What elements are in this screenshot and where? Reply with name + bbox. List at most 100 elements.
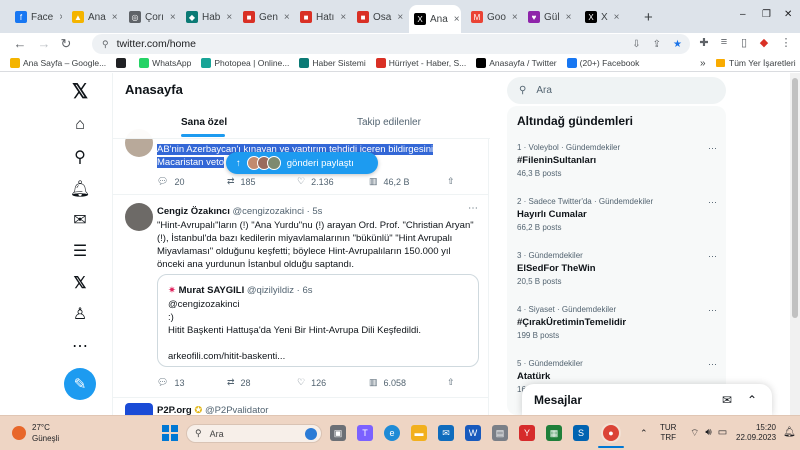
notification-bell-icon[interactable]: 🔔︎ <box>783 427 796 438</box>
browser-tab[interactable]: X Ana × <box>409 5 461 33</box>
browser-tab[interactable]: ▲ Ana × <box>67 5 119 29</box>
close-tab-icon[interactable]: × <box>226 12 232 23</box>
premium-x-icon[interactable]: 𝕏 <box>70 273 90 293</box>
taskbar-search[interactable]: ⚲ Ara <box>186 424 322 443</box>
quote-link[interactable]: arkeofili.com/hitit-baskenti... <box>168 350 285 363</box>
mail-icon[interactable]: ✉ <box>438 425 454 441</box>
bookmark-item[interactable]: (20+) Facebook <box>566 58 639 68</box>
explore-icon[interactable]: ⚲ <box>70 147 90 167</box>
search-input[interactable]: ⚲ Ara <box>507 77 726 104</box>
weather-sun-icon[interactable] <box>12 426 26 440</box>
notifications-icon[interactable]: 🔔︎ <box>70 179 90 199</box>
task-view-icon[interactable]: ▣ <box>330 425 346 441</box>
close-tab-icon[interactable]: × <box>614 12 620 23</box>
avatar[interactable] <box>125 403 153 415</box>
lists-icon[interactable]: ☰ <box>70 241 90 261</box>
like-button[interactable]: ♡ 2.136 <box>297 176 369 187</box>
system-tray[interactable]: ⌔ 🔊︎ ▭ <box>690 427 727 440</box>
author-name[interactable]: P2P.org <box>157 405 192 415</box>
trend-item[interactable]: 2 · Sadece Twitter'da · Gündemdekiler Hay… <box>517 197 717 232</box>
close-tab-icon[interactable]: × <box>512 12 518 23</box>
reading-list-icon[interactable]: ≡ <box>716 36 732 48</box>
new-posts-pill[interactable]: ↑ gönderi paylaştı <box>226 152 378 174</box>
share-button[interactable]: ⇧ <box>447 176 455 187</box>
browser-tab[interactable]: ♥ Gül × <box>523 5 575 29</box>
language-indicator[interactable]: TUR TRF <box>660 423 676 443</box>
more-options-icon[interactable]: ⋯ <box>708 251 717 262</box>
close-tab-icon[interactable]: × <box>112 12 118 23</box>
all-bookmarks-button[interactable]: Tüm Yer İşaretleri <box>716 58 796 68</box>
share-button[interactable]: ⇧ <box>447 377 455 388</box>
scrollbar-thumb[interactable] <box>792 78 798 318</box>
weather-widget[interactable]: 27°C Güneşli <box>32 422 59 444</box>
trend-item[interactable]: 3 · Gündemdekiler ElSedFor TheWin 20,5 B p… <box>517 251 717 286</box>
close-tab-icon[interactable]: × <box>284 12 290 23</box>
retweet-button[interactable]: ⇄ 185 <box>227 176 297 187</box>
browser-tab[interactable]: ■ Gen × <box>238 5 290 29</box>
new-tab-button[interactable]: + <box>639 5 658 29</box>
more-options-icon[interactable]: ⋯ <box>708 143 717 154</box>
more-options-icon[interactable]: ⋯ <box>708 359 717 370</box>
extensions-icon[interactable]: ✚ <box>696 36 712 49</box>
photos-icon[interactable]: ▦ <box>546 425 562 441</box>
author-handle[interactable]: @cengizozakinci <box>233 206 304 217</box>
tab-following[interactable]: Takip edilenler <box>357 117 421 128</box>
store-icon[interactable]: ▤ <box>492 425 508 441</box>
restore-window-icon[interactable]: ❐ <box>762 9 771 20</box>
share-icon[interactable]: ⇪ <box>653 39 661 50</box>
forward-icon[interactable]: → <box>36 36 52 51</box>
browser-tab[interactable]: ◎ Çorı × <box>124 5 176 29</box>
more-options-icon[interactable]: ⋯ <box>708 197 717 208</box>
messages-drawer[interactable]: Mesajlar ✉ ⌃ <box>522 384 772 415</box>
browser-tab[interactable]: M Goo × <box>466 5 518 29</box>
x-logo-icon[interactable]: 𝕏 <box>70 81 90 103</box>
chrome-icon[interactable]: ● <box>603 425 619 441</box>
bookmark-item[interactable]: Anasayfa / Twitter <box>476 58 557 68</box>
quoted-tweet[interactable]: ✷ Murat SAYGILI @qizilyildiz · 6s @cengi… <box>157 274 479 367</box>
skype-icon[interactable]: S <box>573 425 589 441</box>
word-icon[interactable]: W <box>465 425 481 441</box>
bookmark-item[interactable] <box>116 58 129 68</box>
views-button[interactable]: ▥ 6.058 <box>369 377 447 388</box>
close-tab-icon[interactable]: × <box>566 12 572 23</box>
retweet-button[interactable]: ⇄ 28 <box>227 377 297 388</box>
browser-tab[interactable]: X X × <box>580 5 632 29</box>
views-button[interactable]: ▥ 46,2 B <box>369 176 447 187</box>
close-tab-icon[interactable]: × <box>59 12 62 23</box>
author-handle[interactable]: @P2Pvalidator <box>205 405 269 415</box>
close-tab-icon[interactable]: × <box>397 12 403 23</box>
teams-icon[interactable]: T <box>357 425 373 441</box>
browser-tab[interactable]: ■ Osa × <box>352 5 404 29</box>
close-tab-icon[interactable]: × <box>454 14 460 25</box>
site-info-icon[interactable]: ⚲ <box>102 39 109 50</box>
more-options-icon[interactable]: ⋯ <box>708 305 717 316</box>
bookmark-item[interactable]: Hürriyet - Haber, S... <box>375 58 466 68</box>
back-icon[interactable]: ← <box>12 36 28 51</box>
trend-item[interactable]: 4 · Siyaset · Gündemdekiler #ÇırakÜretimi… <box>517 305 717 340</box>
tray-overflow-icon[interactable]: ⌃ <box>640 428 648 439</box>
windows-start-icon[interactable] <box>162 425 178 441</box>
more-options-icon[interactable]: ⋯ <box>468 203 478 214</box>
menu-icon[interactable]: ⋮ <box>778 36 794 49</box>
address-bar[interactable]: ⚲ twitter.com/home ⇩ ⇪ ★ <box>92 34 690 54</box>
bookmark-item[interactable]: Haber Sistemi <box>299 58 366 68</box>
home-icon[interactable]: ⌂ <box>70 115 90 135</box>
file-explorer-icon[interactable]: ▬ <box>411 425 427 441</box>
bookmark-star-icon[interactable]: ★ <box>673 39 682 50</box>
profile-icon[interactable]: ♙ <box>70 304 90 324</box>
trend-item[interactable]: 1 · Voleybol · Gündemdekiler #FileninSult… <box>517 143 717 178</box>
author-name[interactable]: Cengiz Özakıncı <box>157 206 230 217</box>
browser-tab[interactable]: f Face × <box>10 5 62 29</box>
bookmarks-overflow-icon[interactable]: » <box>700 58 706 69</box>
clock[interactable]: 15:20 22.09.2023 <box>736 423 776 443</box>
install-icon[interactable]: ⇩ <box>632 39 640 50</box>
minimize-window-icon[interactable]: – <box>740 9 746 20</box>
compose-post-button[interactable]: ✎ <box>64 368 96 400</box>
messages-icon[interactable]: ✉ <box>70 210 90 230</box>
tab-for-you[interactable]: Sana özel <box>181 117 227 128</box>
browser-tab[interactable]: ◆ Hab × <box>181 5 233 29</box>
bookmark-item[interactable]: Ana Sayfa – Google... <box>10 58 106 68</box>
post-time[interactable]: · 5s <box>307 206 323 217</box>
reload-icon[interactable]: ↻ <box>58 36 74 52</box>
bookmark-item[interactable]: Photopea | Online... <box>201 58 289 68</box>
